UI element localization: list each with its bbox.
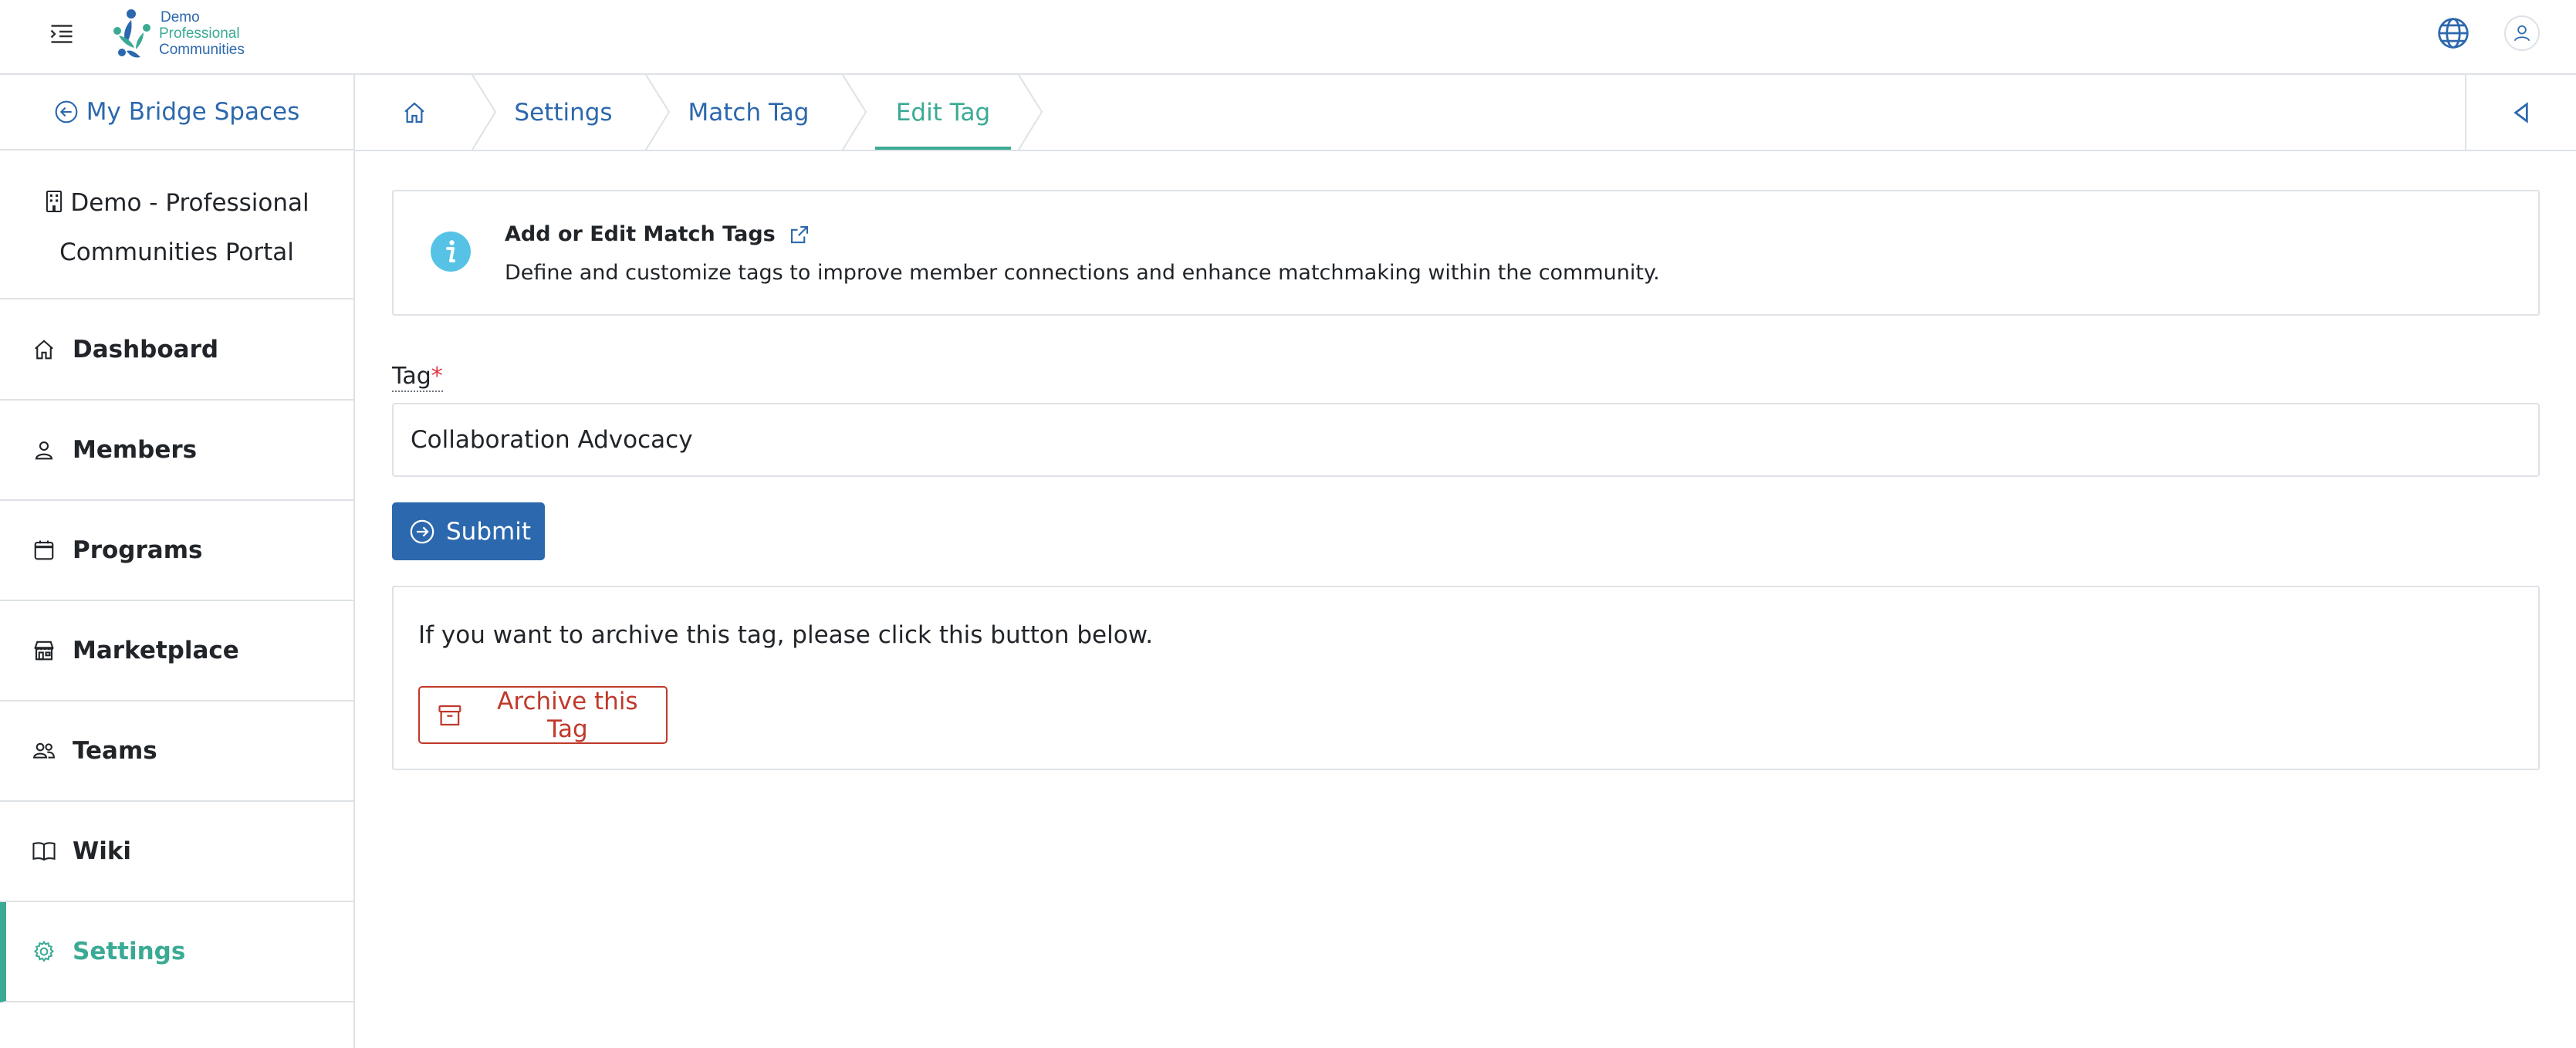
book-icon [31, 838, 57, 864]
sidebar-item-label: Wiki [73, 837, 132, 865]
breadcrumb-label: Match Tag [688, 98, 810, 127]
breadcrumb-separator-icon [472, 75, 497, 150]
sidebar-item-label: Teams [73, 737, 157, 765]
tag-input[interactable] [392, 403, 2540, 477]
arrow-right-circle-icon [410, 519, 434, 543]
back-to-bridge-spaces-link[interactable]: My Bridge Spaces [0, 75, 353, 150]
info-description: Define and customize tags to improve mem… [505, 261, 1660, 285]
gear-icon [31, 938, 57, 965]
sidebar-item-label: Settings [73, 938, 186, 965]
user-icon [2513, 25, 2530, 42]
sidebar-item-teams[interactable]: Teams [0, 701, 353, 802]
logo[interactable]: Demo Professional Communities [108, 6, 245, 68]
archive-button-label: Archive this Tag [497, 687, 638, 743]
logo-text: Demo Professional Communities [159, 9, 245, 58]
sidebar-item-settings[interactable]: Settings [0, 902, 353, 1002]
external-link-icon[interactable] [788, 223, 811, 246]
calendar-icon [31, 537, 57, 563]
sidebar-item-label: Members [73, 436, 198, 464]
collapse-panel-button[interactable] [2465, 75, 2576, 150]
tag-field-label: Tag* [392, 363, 443, 392]
building-icon [46, 190, 63, 213]
sidebar-item-label: Programs [73, 536, 203, 564]
info-title-text: Add or Edit Match Tags [505, 222, 776, 246]
breadcrumb-label: Edit Tag [895, 98, 991, 127]
avatar[interactable] [2504, 15, 2540, 51]
breadcrumb-home[interactable] [386, 75, 443, 150]
shop-icon [31, 637, 57, 664]
sidebar-item-dashboard[interactable]: Dashboard [0, 300, 353, 401]
logo-line-2: Professional [159, 25, 240, 42]
submit-button[interactable]: Submit [392, 502, 545, 560]
home-icon [31, 336, 57, 363]
people-icon [31, 738, 57, 764]
sidebar-item-programs[interactable]: Programs [0, 501, 353, 601]
organization-name-text: Demo - Professional Communities Portal [59, 189, 309, 266]
info-title: Add or Edit Match Tags [505, 222, 811, 246]
sidebar-item-members[interactable]: Members [0, 401, 353, 501]
tag-label-text: Tag [392, 363, 431, 390]
breadcrumb-settings[interactable]: Settings [509, 75, 617, 150]
archive-tag-button[interactable]: Archive this Tag [418, 686, 668, 744]
top-header: Demo Professional Communities [0, 0, 2576, 75]
info-icon [431, 232, 471, 272]
person-icon [31, 437, 57, 463]
logo-line-1: Demo [161, 9, 200, 25]
sidebar-item-label: Dashboard [73, 336, 219, 363]
sidebar-item-label: Marketplace [73, 637, 239, 664]
home-icon [404, 101, 424, 123]
logo-line-3: Communities [159, 42, 245, 58]
arrow-left-circle-icon [55, 100, 78, 123]
required-marker: * [431, 363, 443, 390]
globe-icon[interactable] [2436, 16, 2470, 50]
logo-mark-icon [113, 9, 150, 58]
menu-indent-icon[interactable] [48, 20, 76, 48]
sidebar: My Bridge Spaces Demo - Professional Com… [0, 75, 355, 1048]
breadcrumb-edit-tag[interactable]: Edit Tag [875, 75, 1011, 150]
sidebar-item-marketplace[interactable]: Marketplace [0, 601, 353, 701]
breadcrumb-separator-icon [1018, 75, 1043, 150]
archive-icon [438, 705, 461, 725]
sidebar-item-wiki[interactable]: Wiki [0, 802, 353, 902]
breadcrumb: Settings Match Tag Edit Tag [355, 75, 2576, 151]
breadcrumb-match-tag[interactable]: Match Tag [683, 75, 814, 150]
archive-section: If you want to archive this tag, please … [392, 586, 2540, 770]
submit-button-label: Submit [446, 517, 531, 546]
archive-instructions: If you want to archive this tag, please … [418, 621, 1154, 649]
breadcrumb-label: Settings [514, 98, 613, 127]
breadcrumb-separator-icon [842, 75, 867, 150]
breadcrumb-separator-icon [645, 75, 671, 150]
back-link-label: My Bridge Spaces [86, 98, 300, 126]
caret-left-icon [2513, 101, 2528, 123]
organization-name: Demo - Professional Communities Portal [0, 150, 353, 299]
info-callout: Add or Edit Match Tags Define and custom… [392, 190, 2540, 316]
